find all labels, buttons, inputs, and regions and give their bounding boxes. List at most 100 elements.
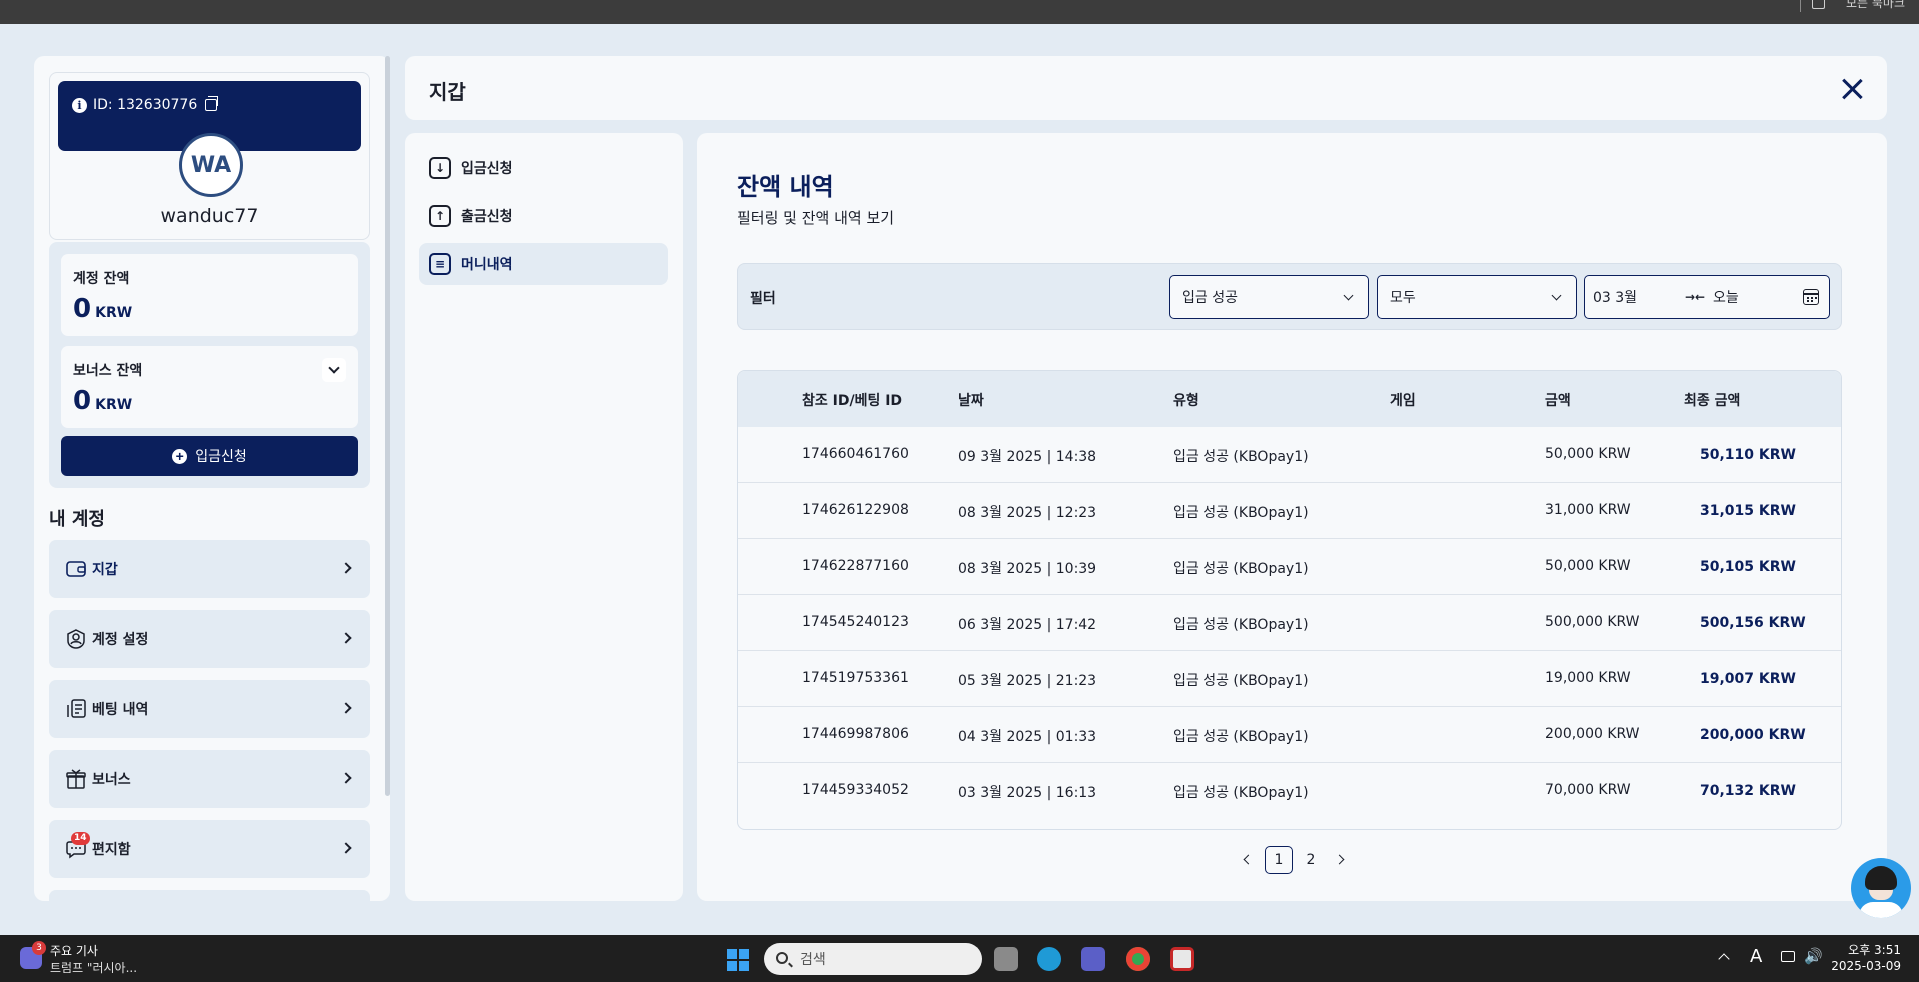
clock-date[interactable]: 2025-03-09 <box>1831 959 1901 973</box>
account-balance-card: 계정 잔액 0 KRW <box>61 254 358 336</box>
col-final-amount: 최종 금액 <box>1684 393 1741 409</box>
menu-item-wallet[interactable]: 지갑 <box>49 540 370 598</box>
chevron-right-icon <box>340 702 352 714</box>
balance-box: 계정 잔액 0 KRW 보너스 잔액 0 KRW + 입금신청 <box>49 242 370 488</box>
cell-final-amount: 200,000 KRW <box>1700 727 1806 743</box>
col-date: 날짜 <box>958 393 984 409</box>
search-placeholder: 검색 <box>800 952 826 968</box>
nav-withdraw-request[interactable]: ↑ 출금신청 <box>419 195 668 237</box>
menu-item-more[interactable] <box>49 890 370 901</box>
col-type: 유형 <box>1173 393 1199 409</box>
cell-ref-id: 174519753361 <box>802 670 909 686</box>
chevron-left-icon <box>1243 854 1254 865</box>
nav-label: 입금신청 <box>461 161 513 177</box>
cell-ref-id: 174459334052 <box>802 782 909 798</box>
copy-icon[interactable] <box>205 96 219 111</box>
cell-final-amount: 500,156 KRW <box>1700 615 1806 631</box>
news-subtitle[interactable]: 트럼프 "러시아... <box>50 959 137 976</box>
network-icon[interactable] <box>1781 951 1795 962</box>
app-icon[interactable] <box>1170 947 1194 971</box>
download-icon: ↓ <box>429 157 451 179</box>
live-support-avatar[interactable] <box>1851 858 1911 918</box>
table-row: 174626122908 08 3월 2025 | 12:23 입금 성공 (KBO… <box>738 483 1841 539</box>
clock-time[interactable]: 오후 3:51 <box>1848 941 1901 958</box>
date-range-picker[interactable]: 03 3월 →← 오늘 <box>1584 275 1830 319</box>
avatar-hair <box>1865 866 1897 890</box>
teams-icon[interactable] <box>1081 947 1105 971</box>
menu-item-inbox[interactable]: 14 편지함 <box>49 820 370 878</box>
date-from: 03 3월 <box>1593 290 1638 306</box>
calendar-icon[interactable] <box>1803 289 1819 305</box>
edge-icon[interactable] <box>1037 947 1061 971</box>
deposit-button-label: 입금신청 <box>195 448 247 464</box>
message-icon: 14 <box>65 832 90 860</box>
cell-type: 입금 성공 (KBOpay1) <box>1173 617 1309 633</box>
menu-item-account-settings[interactable]: 계정 설정 <box>49 610 370 668</box>
cell-ref-id: 174626122908 <box>802 502 909 518</box>
table-header: 참조 ID/베팅 ID 날짜 유형 게임 금액 최종 금액 <box>738 371 1841 427</box>
bonus-expand-button[interactable] <box>322 358 346 382</box>
table-row: 174545240123 06 3월 2025 | 17:42 입금 성공 (KBO… <box>738 595 1841 651</box>
cell-final-amount: 50,105 KRW <box>1700 559 1796 575</box>
search-icon <box>776 952 788 964</box>
profile-card: i ID: 132630776 WA wanduc77 <box>49 72 370 240</box>
tray-overflow-icon[interactable] <box>1718 953 1730 965</box>
input-language-icon[interactable]: A <box>1750 946 1762 967</box>
wallet-header: 지갑 <box>405 56 1887 120</box>
next-page-button[interactable] <box>1327 846 1357 874</box>
menu-label: 지갑 <box>92 562 118 578</box>
account-balance-title: 계정 잔액 <box>73 271 130 287</box>
chevron-right-icon <box>340 772 352 784</box>
avatar-body <box>1859 902 1903 918</box>
task-view-icon[interactable] <box>994 947 1018 971</box>
content-subtitle: 필터링 및 잔액 내역 보기 <box>737 209 895 227</box>
browser-bookmarks-bar: 모든 북마크 <box>0 0 1919 24</box>
prev-page-button[interactable] <box>1233 846 1263 874</box>
profile-id-text: ID: 132630776 <box>93 97 198 113</box>
all-bookmarks-link[interactable]: 모든 북마크 <box>1846 0 1905 11</box>
cell-ref-id: 174660461760 <box>802 446 909 462</box>
menu-label: 베팅 내역 <box>92 702 149 718</box>
nav-money-history[interactable]: ≡ 머니내역 <box>419 243 668 285</box>
balance-history-content: 잔액 내역 필터링 및 잔액 내역 보기 필터 입금 성공 모두 03 3월 →… <box>697 133 1887 901</box>
inbox-badge: 14 <box>71 832 90 845</box>
cell-amount: 50,000 KRW <box>1545 446 1631 462</box>
chrome-icon[interactable] <box>1126 947 1150 971</box>
cell-type: 입금 성공 (KBOpay1) <box>1173 729 1309 745</box>
account-balance-amount: 0 <box>73 294 92 324</box>
cell-amount: 500,000 KRW <box>1545 614 1640 630</box>
chevron-down-icon <box>328 362 340 374</box>
menu-item-bonus[interactable]: 보너스 <box>49 750 370 808</box>
folder-icon[interactable] <box>1812 0 1825 9</box>
nav-deposit-request[interactable]: ↓ 입금신청 <box>419 147 668 189</box>
cell-final-amount: 50,110 KRW <box>1700 447 1796 463</box>
chevron-right-icon <box>340 562 352 574</box>
bonus-balance-amount: 0 <box>73 386 92 416</box>
volume-icon[interactable]: 🔊 <box>1804 947 1823 965</box>
plus-circle-icon: + <box>172 448 188 464</box>
news-title[interactable]: 주요 기사 <box>50 942 98 959</box>
windows-start-icon[interactable] <box>727 949 749 971</box>
chevron-down-icon <box>1343 290 1354 301</box>
range-arrow-icon: →← <box>1685 290 1706 304</box>
menu-label: 보너스 <box>92 772 131 788</box>
nav-label: 출금신청 <box>461 209 513 225</box>
cell-ref-id: 174469987806 <box>802 726 909 742</box>
bonus-balance-title: 보너스 잔액 <box>73 363 143 379</box>
type-select-value: 모두 <box>1390 290 1416 306</box>
menu-item-betting-history[interactable]: 베팅 내역 <box>49 680 370 738</box>
taskbar-search-input[interactable]: 검색 <box>764 943 982 975</box>
cell-amount: 31,000 KRW <box>1545 502 1631 518</box>
sidebar-scrollbar[interactable] <box>385 56 390 796</box>
table-row: 174660461760 09 3월 2025 | 14:38 입금 성공 (KBO… <box>738 427 1841 483</box>
chevron-right-icon <box>340 842 352 854</box>
deposit-button[interactable]: + 입금신청 <box>61 436 358 476</box>
close-icon[interactable] <box>1841 78 1863 100</box>
table-row: 174622877160 08 3월 2025 | 10:39 입금 성공 (KBO… <box>738 539 1841 595</box>
cell-type: 입금 성공 (KBOpay1) <box>1173 449 1309 465</box>
type-select[interactable]: 모두 <box>1377 275 1577 319</box>
page-1[interactable]: 1 <box>1265 846 1293 874</box>
status-select[interactable]: 입금 성공 <box>1169 275 1369 319</box>
page-2[interactable]: 2 <box>1297 846 1325 874</box>
cell-date: 05 3월 2025 | 21:23 <box>958 673 1097 689</box>
